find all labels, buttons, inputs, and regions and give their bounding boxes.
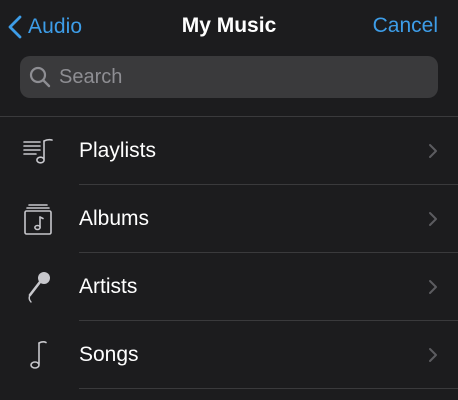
list-item-label: Playlists xyxy=(79,139,157,162)
chevron-right-icon xyxy=(428,347,438,363)
list-item-songs[interactable]: Songs xyxy=(0,321,458,389)
chevron-right-icon xyxy=(428,143,438,159)
list-item-label: Albums xyxy=(79,207,150,230)
chevron-left-icon xyxy=(8,15,22,39)
chevron-right-icon xyxy=(428,279,438,295)
music-category-list: Playlists Albums Artists Songs xyxy=(0,117,458,389)
search-input[interactable] xyxy=(59,57,438,97)
cancel-button[interactable]: Cancel xyxy=(373,14,438,38)
search-field[interactable] xyxy=(20,56,438,98)
chevron-right-icon xyxy=(428,211,438,227)
list-item-label: Artists xyxy=(79,275,138,298)
back-button-label: Audio xyxy=(28,15,83,38)
row-divider xyxy=(79,388,458,389)
list-item-artists[interactable]: Artists xyxy=(0,253,458,321)
music-note-icon xyxy=(22,337,56,373)
playlist-icon xyxy=(22,133,56,169)
microphone-icon xyxy=(22,269,56,305)
list-item-label: Songs xyxy=(79,343,139,366)
list-item-albums[interactable]: Albums xyxy=(0,185,458,253)
navigation-bar: Audio My Music Cancel xyxy=(0,0,458,54)
back-button[interactable]: Audio xyxy=(8,10,82,44)
magnifying-glass-icon xyxy=(29,66,51,88)
album-icon xyxy=(22,201,56,237)
list-item-playlists[interactable]: Playlists xyxy=(0,117,458,185)
